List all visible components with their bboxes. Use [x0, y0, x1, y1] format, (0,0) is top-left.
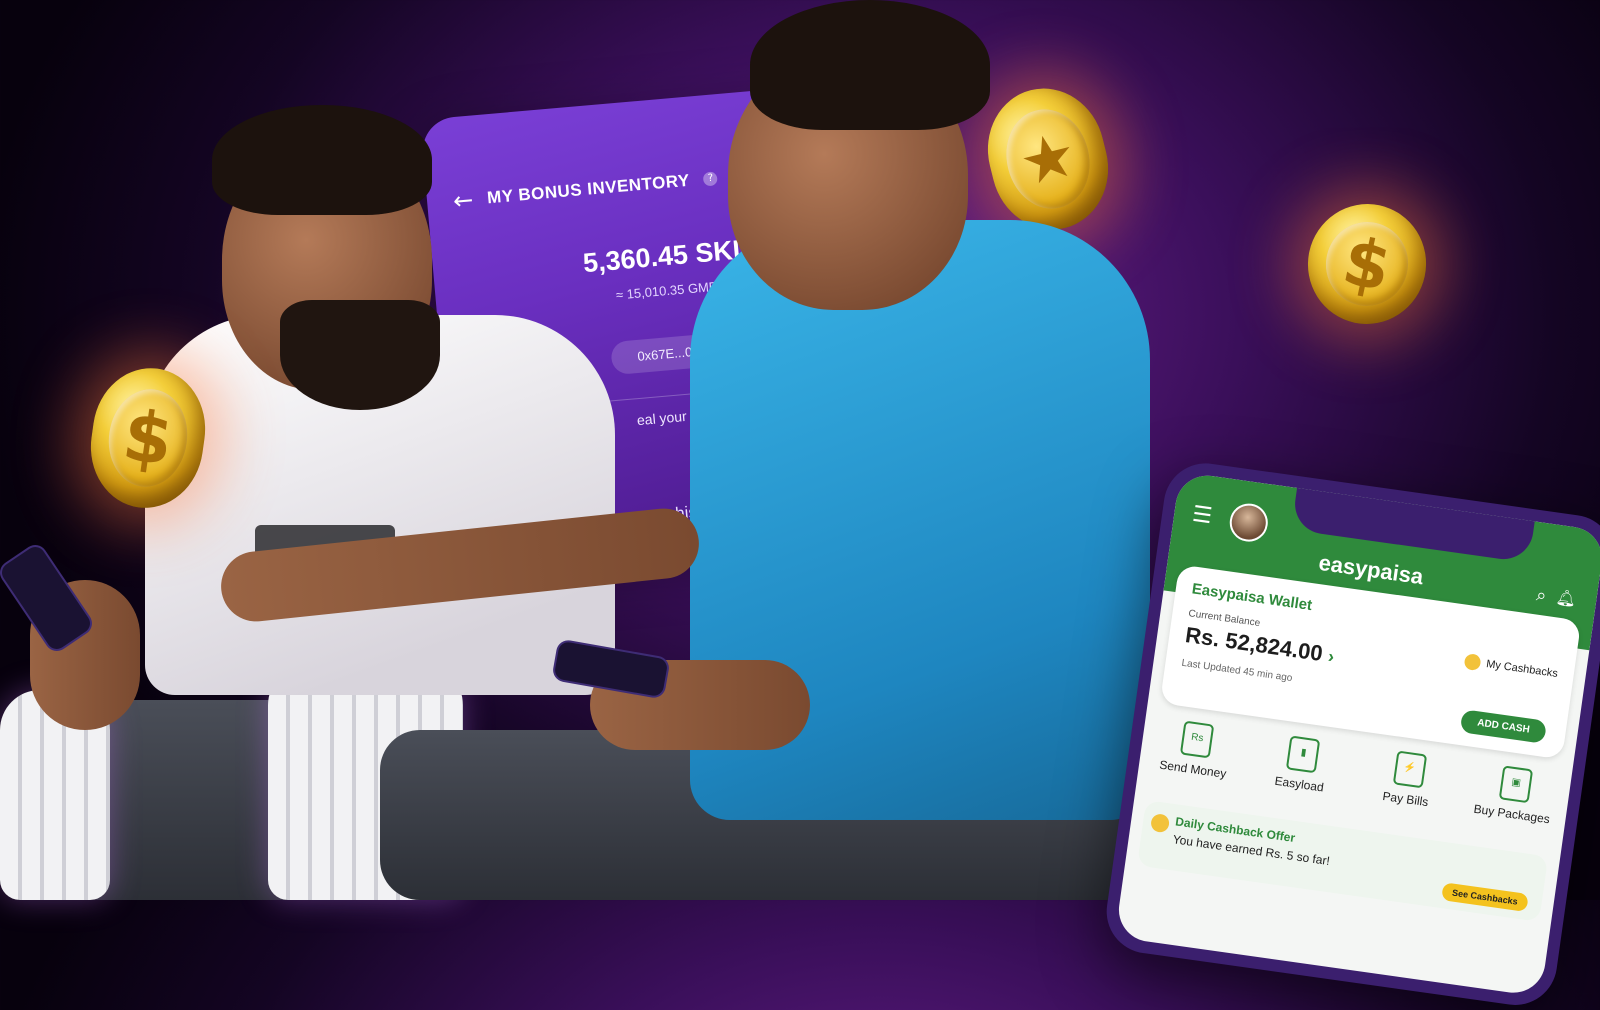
person-right [217, 0, 1200, 900]
chevron-right-icon: › [1326, 646, 1336, 667]
scene: ★ $ ← MY BONUS INVENTORY ? 5,360.45 SKL … [0, 0, 1600, 1010]
easypaisa-screen: ☰ easypaisa ⌕ 🔔︎ Easypaisa Wallet Curren… [1114, 471, 1600, 997]
action-easyload[interactable]: ▮ Easyload [1251, 731, 1354, 798]
coin-icon [1149, 813, 1171, 834]
action-label: Send Money [1158, 757, 1228, 781]
dollar-coin-right: $ [1296, 193, 1438, 335]
send-money-icon: Rs [1179, 720, 1215, 759]
see-cashbacks-button[interactable]: See Cashbacks [1441, 882, 1529, 913]
my-cashbacks-link[interactable]: My Cashbacks [1463, 653, 1559, 682]
wallet-title: Easypaisa Wallet [1190, 580, 1314, 615]
package-icon: ▣ [1498, 765, 1534, 804]
bill-icon: ⚡ [1392, 750, 1427, 789]
action-label: Easyload [1273, 773, 1325, 795]
mobile-icon: ▮ [1286, 735, 1321, 774]
person-right-hair [750, 0, 990, 130]
action-pay-bills[interactable]: ⚡ Pay Bills [1357, 746, 1460, 813]
cashback-coin-icon [1463, 653, 1482, 672]
balance-amount: Rs. 52,824.00 [1183, 622, 1325, 667]
add-cash-button[interactable]: ADD CASH [1459, 709, 1548, 744]
last-updated: Last Updated 45 min ago [1180, 657, 1293, 685]
cashback-offer-card[interactable]: Daily Cashback Offer You have earned Rs.… [1136, 800, 1549, 922]
easypaisa-phone: ☰ easypaisa ⌕ 🔔︎ Easypaisa Wallet Curren… [1101, 458, 1600, 1010]
bell-icon[interactable]: 🔔︎ [1555, 587, 1578, 609]
action-send-money[interactable]: Rs Send Money [1144, 716, 1247, 783]
action-label: Pay Bills [1381, 788, 1430, 810]
action-buy-packages[interactable]: ▣ Buy Packages [1463, 761, 1566, 828]
action-label: Buy Packages [1472, 801, 1551, 827]
hamburger-menu-icon[interactable]: ☰ [1191, 502, 1214, 530]
my-cashbacks-label: My Cashbacks [1485, 658, 1559, 681]
